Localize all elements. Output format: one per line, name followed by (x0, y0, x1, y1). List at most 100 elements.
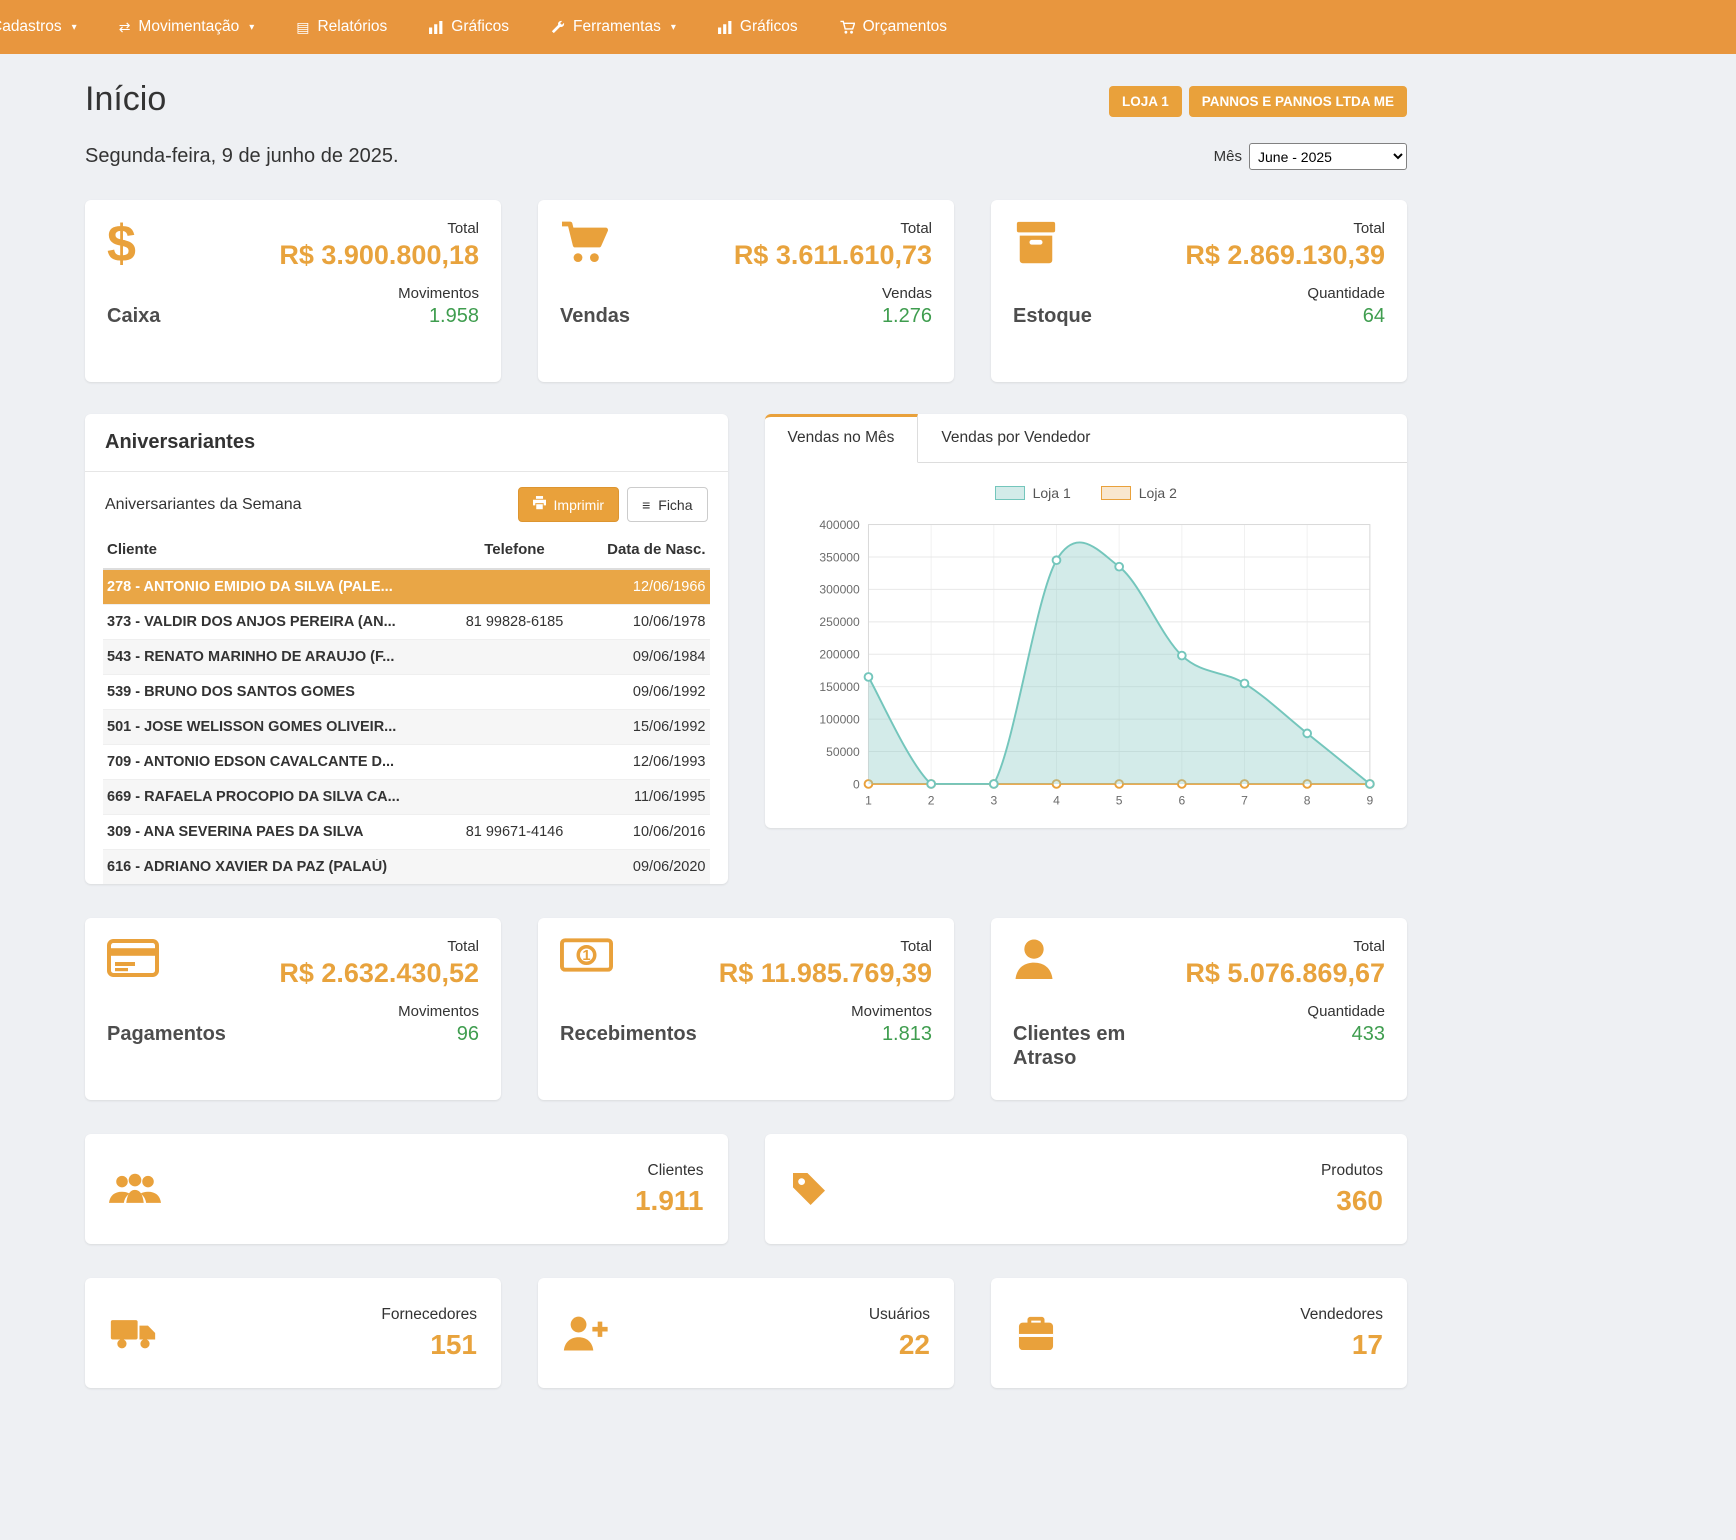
svg-text:5: 5 (1115, 793, 1122, 807)
ficha-button[interactable]: ≡ Ficha (627, 487, 707, 522)
birthday-table-scroll[interactable]: 278 - ANTONIO EMIDIO DA SILVA (PALE... 1… (103, 570, 710, 884)
count-label: Movimentos (271, 285, 479, 302)
nav-item-graficos[interactable]: Gráficos (408, 0, 530, 54)
counter-card-produtos: Produtos 360 (765, 1134, 1408, 1244)
list-icon: ≡ (642, 497, 650, 513)
svg-text:8: 8 (1303, 793, 1310, 807)
nav-item-label: Ferramentas (573, 18, 661, 36)
total-label: Total (1177, 220, 1385, 237)
table-row[interactable]: 309 - ANA SEVERINA PAES DA SILVA 81 9967… (103, 815, 710, 850)
sales-chart-svg: 0500001000001500002000002500003000003500… (781, 511, 1392, 813)
total-label: Total (271, 220, 479, 237)
table-row[interactable]: 709 - ANTONIO EDSON CAVALCANTE D... 12/0… (103, 745, 710, 780)
tab-vendas-por-vendedor[interactable]: Vendas por Vendedor (918, 414, 1113, 462)
table-header: Cliente Telefone Data de Nasc. (103, 535, 710, 570)
nav-item-label: Relatórios (317, 18, 387, 36)
total-amount: R$ 3.900.800,18 (271, 240, 479, 271)
print-button-label: Imprimir (554, 497, 605, 513)
total-label: Total (271, 938, 479, 955)
current-date: Segunda-feira, 9 de junho de 2025. (85, 145, 399, 168)
cell-cliente: 669 - RAFAELA PROCOPIO DA SILVA CA... (107, 789, 440, 805)
nav-item-movimentacao[interactable]: ⇄ Movimentação ▾ (98, 0, 276, 54)
printer-icon (533, 496, 546, 513)
chevron-down-icon: ▾ (671, 22, 676, 33)
report-icon: ▤ (296, 20, 309, 34)
svg-text:150000: 150000 (819, 680, 860, 694)
svg-text:9: 9 (1366, 793, 1373, 807)
cell-telefone: 81 99828-6185 (440, 614, 590, 630)
svg-text:7: 7 (1241, 793, 1248, 807)
table-row[interactable]: 501 - JOSE WELISSON GOMES OLIVEIR... 15/… (103, 710, 710, 745)
svg-text:100000: 100000 (819, 712, 860, 726)
svg-text:300000: 300000 (819, 583, 860, 597)
counter-value: 360 (1321, 1185, 1383, 1217)
total-amount: R$ 2.632.430,52 (271, 958, 479, 989)
cell-cliente: 373 - VALDIR DOS ANJOS PEREIRA (AN... (107, 614, 440, 630)
table-row[interactable]: 278 - ANTONIO EMIDIO DA SILVA (PALE... 1… (103, 570, 710, 605)
cell-data: 12/06/1993 (590, 754, 706, 770)
truck-icon (109, 1316, 157, 1350)
count-value: 1.958 (271, 305, 479, 328)
stat-card-clientes-em-atraso: Clientes em Atraso Total R$ 5.076.869,67… (991, 918, 1407, 1100)
stat-card-estoque: Estoque Total R$ 2.869.130,39 Quantidade… (991, 200, 1407, 382)
nav-item-label: Orçamentos (863, 18, 947, 36)
store-badge-loja1[interactable]: LOJA 1 (1109, 86, 1182, 117)
svg-text:6: 6 (1178, 793, 1185, 807)
main-navbar: Cadastros ▾ ⇄ Movimentação ▾ ▤ Relatório… (0, 0, 1736, 54)
column-header-cliente: Cliente (107, 541, 440, 558)
count-value: 1.813 (719, 1023, 932, 1046)
table-row[interactable]: 539 - BRUNO DOS SANTOS GOMES 09/06/1992 (103, 675, 710, 710)
cell-data: 09/06/2020 (590, 859, 706, 875)
chevron-down-icon: ▾ (72, 22, 77, 33)
column-header-telefone: Telefone (440, 541, 590, 558)
nav-item-graficos-2[interactable]: Gráficos (697, 0, 819, 54)
table-row[interactable]: 543 - RENATO MARINHO DE ARAUJO (F... 09/… (103, 640, 710, 675)
birthdays-table: Cliente Telefone Data de Nasc. 278 - ANT… (85, 535, 728, 884)
bar-chart-icon (429, 21, 443, 34)
total-amount: R$ 5.076.869,67 (1177, 958, 1385, 989)
nav-item-label: Gráficos (740, 18, 798, 36)
count-label: Movimentos (719, 1003, 932, 1020)
total-amount: R$ 2.869.130,39 (1177, 240, 1385, 271)
nav-item-relatorios[interactable]: ▤ Relatórios (275, 0, 408, 54)
table-row[interactable]: 373 - VALDIR DOS ANJOS PEREIRA (AN... 81… (103, 605, 710, 640)
counter-value: 22 (869, 1329, 930, 1361)
legend-item[interactable]: Loja 2 (1101, 485, 1177, 501)
counter-card-usuarios: Usuários 22 (538, 1278, 954, 1388)
nav-item-orcamentos[interactable]: Orçamentos (819, 0, 968, 54)
table-row[interactable]: 616 - ADRIANO XAVIER DA PAZ (PALAÚ) 09/0… (103, 850, 710, 884)
nav-item-label: Cadastros (0, 18, 62, 36)
tag-icon (789, 1169, 829, 1209)
exchange-icon: ⇄ (119, 20, 131, 34)
nav-item-cadastros[interactable]: Cadastros ▾ (0, 0, 98, 54)
cell-data: 10/06/1978 (590, 614, 706, 630)
cart-icon (840, 20, 855, 35)
count-label: Vendas (724, 285, 932, 302)
nav-item-ferramentas[interactable]: Ferramentas ▾ (530, 0, 697, 54)
chart-tabs: Vendas no Mês Vendas por Vendedor (765, 414, 1408, 463)
counter-label: Vendedores (1300, 1306, 1383, 1324)
tab-vendas-no-mes[interactable]: Vendas no Mês (765, 414, 919, 463)
print-button[interactable]: Imprimir (518, 487, 620, 522)
counter-card-clientes: Clientes 1.911 (85, 1134, 728, 1244)
stat-name: Clientes em Atraso (1013, 1022, 1177, 1070)
counter-label: Usuários (869, 1306, 930, 1324)
count-value: 64 (1177, 305, 1385, 328)
stat-name: Estoque (1013, 304, 1177, 328)
company-badge[interactable]: PANNOS E PANNOS LTDA ME (1189, 86, 1407, 117)
stat-card-vendas: Vendas Total R$ 3.611.610,73 Vendas 1.27… (538, 200, 954, 382)
svg-text:4: 4 (1053, 793, 1060, 807)
bar-chart-icon (718, 21, 732, 34)
cell-data: 15/06/1992 (590, 719, 706, 735)
chart-legend: Loja 1 Loja 2 (781, 485, 1392, 501)
month-select[interactable]: June - 2025 (1249, 143, 1407, 170)
counter-value: 1.911 (635, 1185, 704, 1217)
legend-item[interactable]: Loja 1 (995, 485, 1071, 501)
page-title: Início (85, 80, 166, 119)
total-label: Total (724, 220, 932, 237)
table-row[interactable]: 669 - RAFAELA PROCOPIO DA SILVA CA... 11… (103, 780, 710, 815)
stat-card-pagamentos: Pagamentos Total R$ 2.632.430,52 Movimen… (85, 918, 501, 1100)
count-label: Quantidade (1177, 1003, 1385, 1020)
legend-swatch (995, 486, 1025, 500)
banknote-icon: 1 (560, 938, 719, 996)
